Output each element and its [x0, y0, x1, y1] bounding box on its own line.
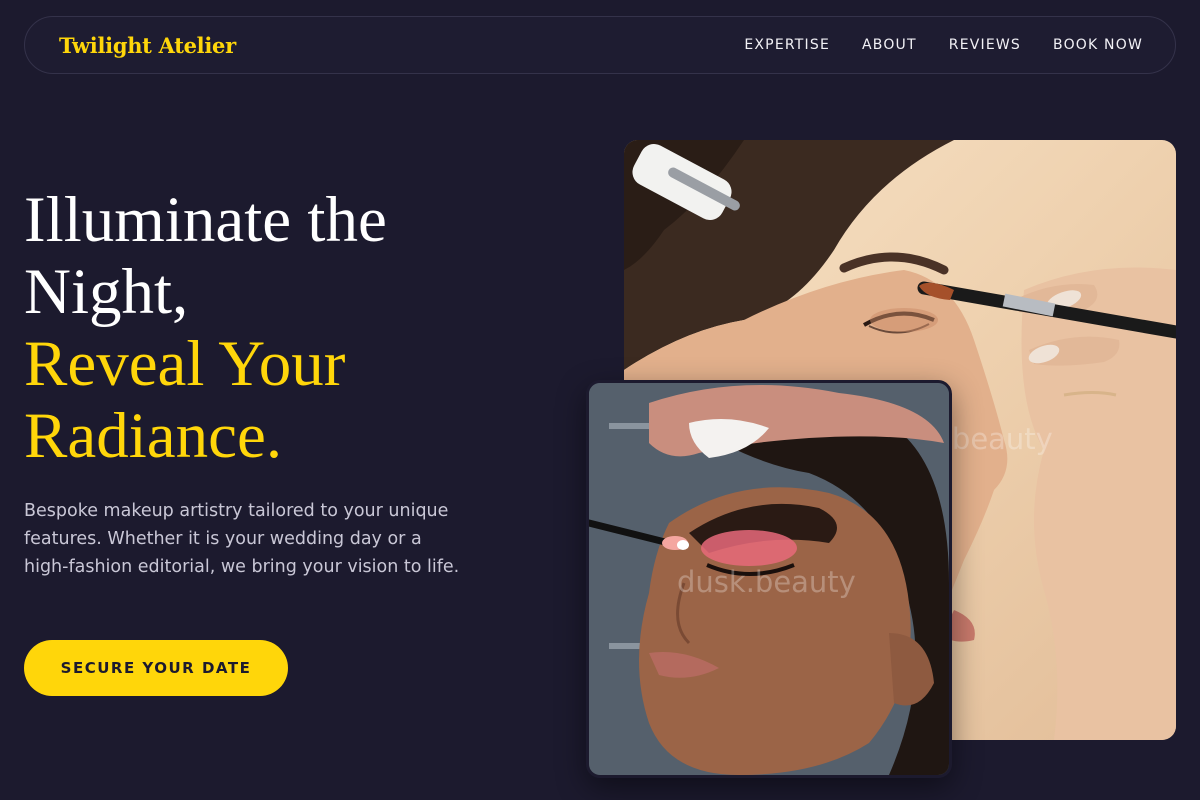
nav-links: EXPERTISE ABOUT REVIEWS BOOK NOW — [744, 37, 1143, 53]
nav-link-expertise[interactable]: EXPERTISE — [744, 37, 830, 53]
secure-your-date-button[interactable]: SECURE YOUR DATE — [24, 640, 288, 696]
headline-line-1: Illuminate the — [24, 184, 387, 256]
headline-line-3: Reveal Your — [24, 328, 346, 400]
hero-description: Bespoke makeup artistry tailored to your… — [24, 501, 460, 577]
hero-photo-pink-eyeshadow: dusk.beauty — [586, 380, 952, 778]
nav-link-book-now[interactable]: BOOK NOW — [1053, 37, 1143, 53]
top-navbar: Twilight Atelier EXPERTISE ABOUT REVIEWS… — [24, 16, 1176, 74]
headline-line-2: Night, — [24, 256, 189, 328]
brand-logo[interactable]: Twilight Atelier — [59, 33, 236, 58]
headline-line-4: Radiance. — [24, 400, 283, 472]
hero-headline: Illuminate the Night, Reveal Your Radian… — [24, 184, 544, 472]
nav-link-about[interactable]: ABOUT — [862, 37, 917, 53]
photo-watermark-front: dusk.beauty — [677, 565, 856, 599]
nav-link-reviews[interactable]: REVIEWS — [949, 37, 1021, 53]
